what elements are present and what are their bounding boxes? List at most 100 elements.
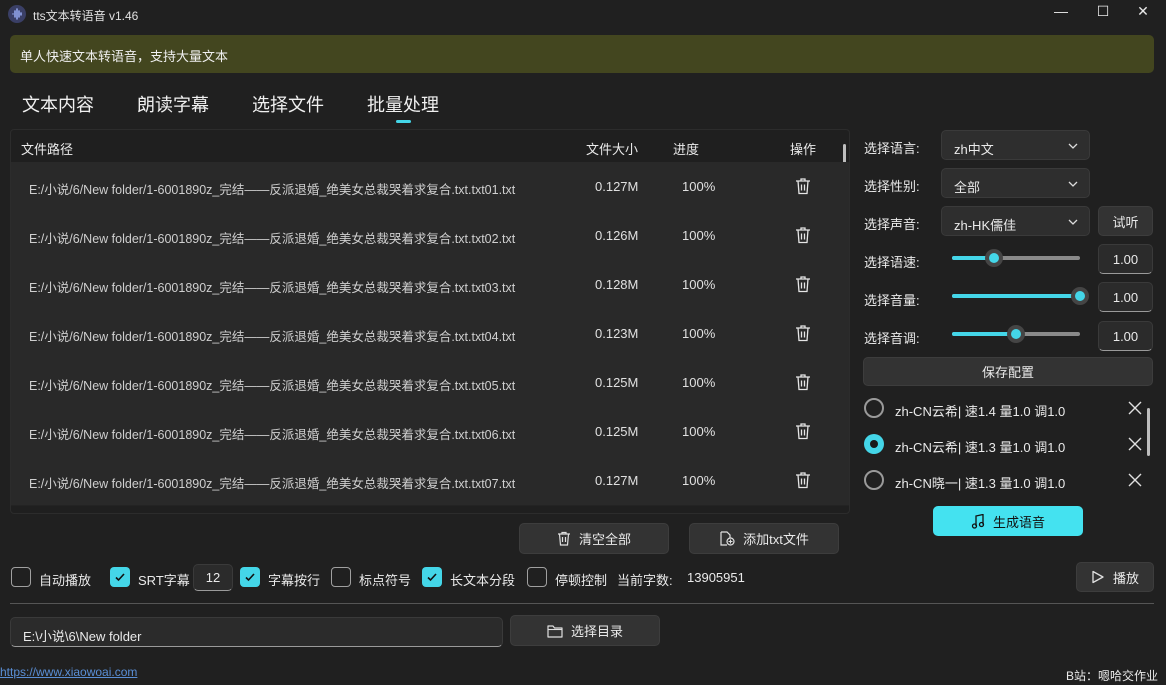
chevron-down-icon: [1068, 181, 1078, 187]
speed-slider[interactable]: [952, 249, 1080, 267]
delete-row-icon[interactable]: [795, 324, 811, 342]
preset-label-1: zh-CN云希| 速1.3 量1.0 调1.0: [895, 440, 1066, 455]
volume-slider-thumb[interactable]: [1071, 287, 1089, 305]
window-title: tts文本转语音 v1.46: [33, 9, 139, 23]
table-row[interactable]: E:/小说/6/New folder/1-6001890z_完结——反派退婚_绝…: [11, 358, 849, 408]
save-config-button[interactable]: 保存配置: [863, 357, 1153, 386]
file-table: 文件路径 文件大小 进度 操作 E:/小说/6/New folder/1-600…: [10, 129, 850, 514]
divider: [10, 603, 1154, 604]
pitch-slider[interactable]: [952, 325, 1080, 343]
file-size-cell: 0.126M: [595, 228, 639, 243]
table-row[interactable]: E:/小说/6/New folder/1-6001890z_完结——反派退婚_绝…: [11, 407, 849, 457]
gender-value: 全部: [954, 180, 981, 195]
delete-row-icon[interactable]: [795, 373, 811, 391]
delete-row-icon[interactable]: [795, 275, 811, 293]
choose-directory-label: 选择目录: [570, 624, 623, 639]
file-size-cell: 0.123M: [595, 326, 639, 341]
delete-row-icon[interactable]: [795, 471, 811, 489]
progress-cell: 100%: [682, 375, 716, 390]
volume-slider[interactable]: [952, 287, 1089, 305]
generate-speech-button[interactable]: 生成语音: [933, 506, 1083, 536]
clear-all-button[interactable]: 清空全部: [519, 523, 669, 554]
header-action: 操作: [790, 142, 817, 157]
progress-cell: 100%: [682, 277, 716, 292]
table-row[interactable]: E:/小说/6/New folder/1-6001890z_完结——反派退婚_绝…: [11, 260, 849, 310]
generate-speech-label: 生成语音: [992, 514, 1045, 530]
voice-select[interactable]: zh-HK儒佳: [941, 206, 1090, 236]
language-select[interactable]: zh中文: [941, 130, 1090, 160]
wrap-checkbox[interactable]: [240, 567, 260, 587]
delete-row-icon[interactable]: [795, 422, 811, 440]
preset-radio-1[interactable]: [864, 434, 884, 454]
info-bar: 单人快速文本转语音，支持大量文本: [10, 35, 1154, 73]
minimize-button[interactable]: —: [1038, 0, 1084, 22]
preset-radio-2[interactable]: [864, 470, 884, 490]
table-row[interactable]: E:/小说/6/New folder/1-6001890z_完结——反派退婚_绝…: [11, 211, 849, 261]
srt-checkbox[interactable]: [110, 567, 130, 587]
tab-read-subtitles[interactable]: 朗读字幕: [137, 91, 209, 117]
header-size: 文件大小: [586, 142, 639, 157]
chevron-down-icon: [1068, 143, 1078, 149]
header-progress: 进度: [673, 142, 700, 157]
close-window-button[interactable]: ✕: [1120, 0, 1166, 22]
play-label: 播放: [1112, 570, 1139, 586]
delete-preset-icon[interactable]: [1127, 436, 1143, 452]
punct-checkbox[interactable]: [331, 567, 351, 587]
speed-slider-thumb[interactable]: [985, 249, 1004, 267]
tab-text-content[interactable]: 文本内容: [22, 91, 94, 117]
punct-label: 标点符号: [359, 573, 412, 588]
volume-label: 选择音量:: [864, 293, 920, 308]
file-path-cell: E:/小说/6/New folder/1-6001890z_完结——反派退婚_绝…: [29, 281, 516, 295]
delete-row-icon[interactable]: [795, 177, 811, 195]
file-path-cell: E:/小说/6/New folder/1-6001890z_完结——反派退婚_绝…: [29, 428, 516, 442]
table-row[interactable]: E:/小说/6/New folder/1-6001890z_完结——反派退婚_绝…: [11, 309, 849, 359]
autoplay-checkbox[interactable]: [11, 567, 31, 587]
header-path: 文件路径: [21, 142, 74, 157]
delete-preset-icon[interactable]: [1127, 400, 1143, 416]
website-link[interactable]: https://www.xiaowoai.com: [0, 665, 137, 679]
language-label: 选择语言:: [864, 141, 920, 156]
add-txt-label: 添加txt文件: [743, 532, 809, 547]
add-txt-button[interactable]: 添加txt文件: [689, 523, 839, 554]
table-row[interactable]: E:/小说/6/New folder/1-6001890z_完结——反派退婚_绝…: [11, 162, 849, 212]
language-value: zh中文: [954, 142, 994, 157]
file-size-cell: 0.125M: [595, 424, 639, 439]
progress-cell: 100%: [682, 424, 716, 439]
preset-radio-0[interactable]: [864, 398, 884, 418]
play-button[interactable]: 播放: [1076, 562, 1154, 592]
info-bar-text: 单人快速文本转语音，支持大量文本: [20, 49, 229, 64]
active-tab-indicator: [396, 120, 411, 123]
chevron-down-icon: [1068, 219, 1078, 225]
preset-label-0: zh-CN云希| 速1.4 量1.0 调1.0: [895, 404, 1066, 419]
progress-cell: 100%: [682, 473, 716, 488]
pitch-value-input[interactable]: 1.00: [1098, 321, 1153, 351]
output-path-input[interactable]: E:\小说\6\New folder: [10, 617, 503, 647]
add-file-icon: [720, 531, 735, 546]
pitch-slider-thumb[interactable]: [1007, 325, 1025, 343]
pause-checkbox[interactable]: [527, 567, 547, 587]
file-size-cell: 0.125M: [595, 375, 639, 390]
progress-cell: 100%: [682, 179, 716, 194]
tab-batch-process[interactable]: 批量处理: [367, 91, 439, 117]
pitch-label: 选择音调:: [864, 331, 920, 346]
gender-select[interactable]: 全部: [941, 168, 1090, 198]
table-row[interactable]: E:/小说/6/New folder/1-6001890z_完结——反派退婚_绝…: [11, 456, 849, 506]
preset-list-scrollbar[interactable]: [1147, 408, 1150, 456]
speed-value-input[interactable]: 1.00: [1098, 244, 1153, 274]
long-split-checkbox[interactable]: [422, 567, 442, 587]
tab-select-file[interactable]: 选择文件: [252, 91, 324, 117]
srt-value-input[interactable]: 12: [193, 564, 233, 591]
volume-value-input[interactable]: 1.00: [1098, 282, 1153, 312]
delete-row-icon[interactable]: [795, 226, 811, 244]
file-path-cell: E:/小说/6/New folder/1-6001890z_完结——反派退婚_绝…: [29, 379, 516, 393]
wrap-label: 字幕按行: [268, 573, 321, 588]
char-count-value: 13905951: [687, 570, 745, 585]
delete-preset-icon[interactable]: [1127, 472, 1143, 488]
volume-slider-fill: [952, 294, 1080, 298]
try-listen-button[interactable]: 试听: [1098, 206, 1153, 236]
choose-directory-button[interactable]: 选择目录: [510, 615, 660, 646]
speed-label: 选择语速:: [864, 255, 920, 270]
clear-all-label: 清空全部: [578, 532, 631, 547]
trash-icon: [557, 531, 570, 546]
pause-label: 停顿控制: [555, 573, 608, 588]
